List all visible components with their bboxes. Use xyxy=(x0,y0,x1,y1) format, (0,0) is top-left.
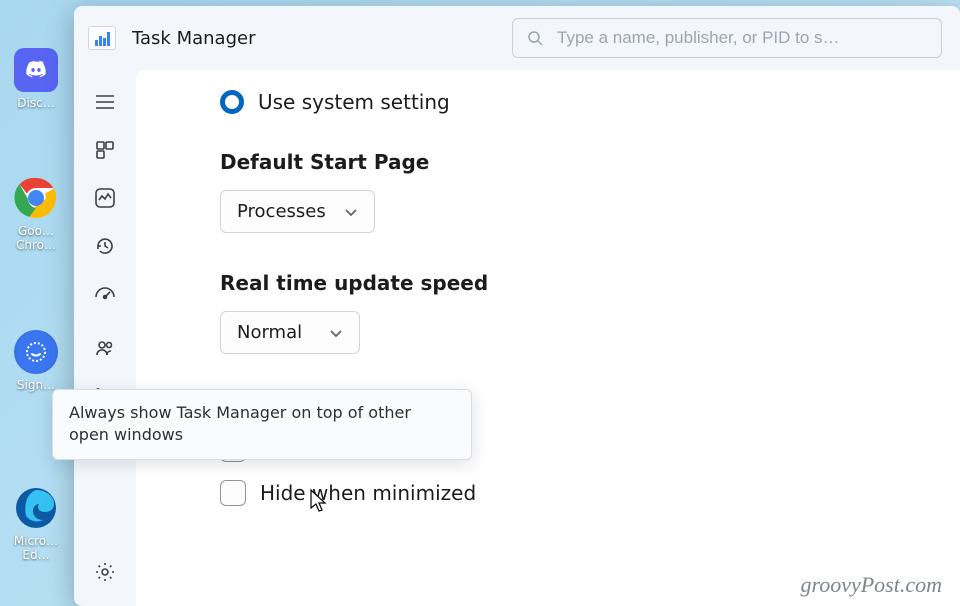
update-speed-heading: Real time update speed xyxy=(220,271,960,295)
hamburger-button[interactable] xyxy=(85,82,125,122)
start-page-dropdown[interactable]: Processes xyxy=(220,190,375,233)
desktop-icon-signal[interactable]: Sign… xyxy=(6,330,66,392)
check-label: Hide when minimized xyxy=(260,481,476,505)
desktop-icon-label: Disc… xyxy=(6,96,66,110)
desktop-icon-edge[interactable]: Micro… Ed… xyxy=(6,486,66,562)
dropdown-value: Normal xyxy=(237,322,302,343)
cursor-icon xyxy=(309,488,329,514)
nav-history[interactable] xyxy=(85,226,125,266)
chevron-down-icon xyxy=(344,207,358,217)
titlebar: Task Manager xyxy=(74,6,960,70)
signal-icon xyxy=(14,330,58,374)
desktop-icon-discord[interactable]: Disc… xyxy=(6,48,66,110)
radio-label: Use system setting xyxy=(258,90,450,114)
nav-startup[interactable] xyxy=(85,274,125,314)
nav-users[interactable] xyxy=(85,328,125,368)
window-title: Task Manager xyxy=(132,28,255,49)
start-page-section: Default Start Page Processes xyxy=(220,150,960,233)
update-speed-section: Real time update speed Normal xyxy=(220,271,960,354)
search-input[interactable] xyxy=(557,28,927,48)
task-manager-window: Task Manager xyxy=(74,6,960,606)
settings-content: Use system setting Default Start Page Pr… xyxy=(136,70,960,606)
desktop-icon-label: Goo… Chro… xyxy=(6,224,66,252)
edge-icon xyxy=(14,486,58,530)
chrome-icon xyxy=(14,176,58,220)
tooltip: Always show Task Manager on top of other… xyxy=(52,389,472,460)
search-icon xyxy=(527,30,543,46)
dropdown-value: Processes xyxy=(237,201,326,222)
start-page-heading: Default Start Page xyxy=(220,150,960,174)
nav-processes[interactable] xyxy=(85,130,125,170)
checkbox-unchecked[interactable] xyxy=(220,480,246,506)
watermark: groovyPost.com xyxy=(800,572,942,598)
hide-when-minimized-row[interactable]: Hide when minimized xyxy=(220,480,960,506)
chevron-down-icon xyxy=(329,328,343,338)
desktop-icon-chrome[interactable]: Goo… Chro… xyxy=(6,176,66,252)
update-speed-dropdown[interactable]: Normal xyxy=(220,311,360,354)
sidebar xyxy=(74,70,136,606)
search-box[interactable] xyxy=(512,18,942,58)
discord-icon xyxy=(14,48,58,92)
desktop-icon-label: Micro… Ed… xyxy=(6,534,66,562)
nav-performance[interactable] xyxy=(85,178,125,218)
app-icon xyxy=(88,26,116,50)
theme-radio-row[interactable]: Use system setting xyxy=(220,90,960,114)
radio-selected-icon xyxy=(220,90,244,114)
nav-settings[interactable] xyxy=(85,552,125,592)
